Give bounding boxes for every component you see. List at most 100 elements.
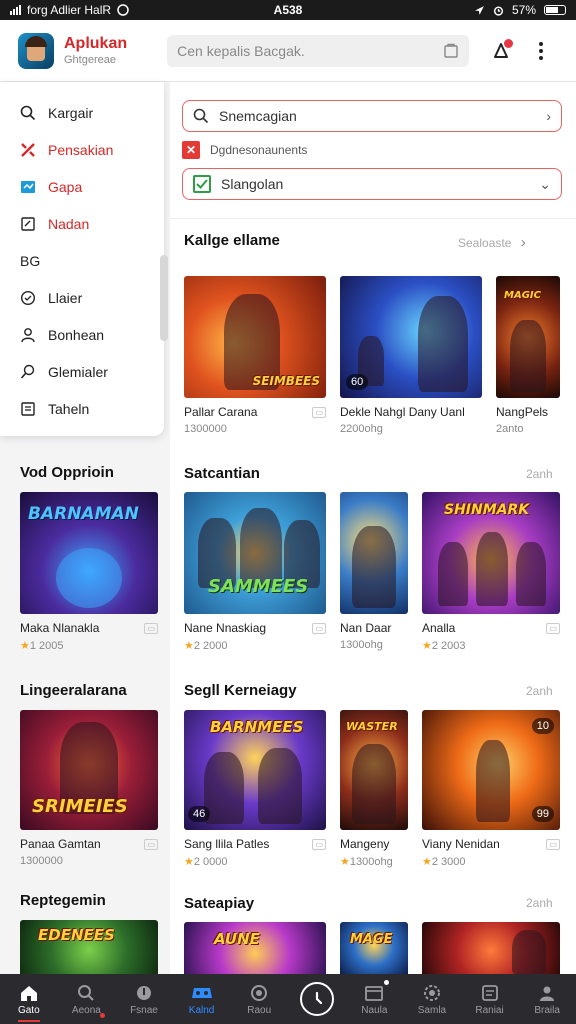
game-thumbnail[interactable]: BARNAMAN: [20, 492, 158, 614]
nav-world[interactable]: Raou: [230, 974, 288, 1024]
nav-settings[interactable]: Samla: [403, 974, 461, 1024]
search-input[interactable]: [177, 42, 444, 59]
side-menu-scrollbar[interactable]: [160, 255, 168, 341]
game-meta: 1300000: [184, 423, 227, 435]
game-thumbnail[interactable]: [340, 492, 408, 614]
see-all-link[interactable]: 2anh: [526, 467, 553, 481]
game-thumbnail[interactable]: MAGIC: [496, 276, 560, 398]
filter-area: Snemcagian › ✕ Dgdnesonaunents Slangolan…: [170, 82, 576, 200]
sidebar-item-nadan[interactable]: Nadan: [0, 205, 164, 242]
search-person-icon: [20, 364, 36, 380]
chevron-down-icon: ⌄: [539, 175, 551, 192]
game-thumbnail[interactable]: EDENEES: [20, 920, 158, 974]
game-thumbnail[interactable]: [422, 922, 560, 974]
game-thumbnail[interactable]: BARNMEES 46: [184, 710, 326, 830]
game-card[interactable]: BARNMEES 46 Sang llila Patles ▭ ★2 0000: [184, 710, 326, 868]
game-title: Nane Nnaskiag ▭: [184, 621, 326, 635]
sidebar-item-taheln[interactable]: Taheln: [0, 390, 164, 427]
app-header: Aplukan Ghtgereae: [0, 20, 576, 82]
game-card[interactable]: SAMMEES Nane Nnaskiag ▭ ★2 2000: [184, 492, 326, 652]
sidebar-item-bg[interactable]: BG: [0, 242, 164, 279]
search-icon: [75, 983, 97, 1003]
game-card[interactable]: Nan Daar 1300ohg: [340, 492, 408, 651]
sidebar-item-label: Llaier: [48, 289, 83, 306]
game-title: Maka Nlanakla ▭: [20, 621, 158, 635]
alarm-icon: [493, 5, 504, 16]
bookmark-icon[interactable]: [443, 43, 459, 59]
game-thumbnail[interactable]: SAMMEES: [184, 492, 326, 614]
game-card[interactable]: SEIMBEES Pallar Carana ▭ 1300000: [184, 276, 326, 435]
checkbox-checked-icon[interactable]: [193, 175, 211, 193]
close-icon[interactable]: ✕: [182, 141, 200, 159]
star-icon: ★: [422, 856, 432, 868]
nav-library[interactable]: Naula: [346, 974, 404, 1024]
nav-home[interactable]: Gato: [0, 974, 58, 1024]
sidebar-item-gapa[interactable]: Gapa: [0, 168, 164, 205]
game-thumbnail[interactable]: 60: [340, 276, 482, 398]
game-thumbnail[interactable]: AUNE: [184, 922, 326, 974]
nav-games[interactable]: Kalnd: [173, 974, 231, 1024]
game-thumbnail[interactable]: MAGE: [340, 922, 408, 974]
thumbnail-art-text: AUNE: [214, 930, 260, 948]
nav-documents[interactable]: Raniai: [461, 974, 519, 1024]
game-meta: 2200ohg: [340, 423, 383, 435]
thumbnail-art-text: MAGIC: [504, 290, 541, 301]
nav-center[interactable]: [288, 974, 346, 1024]
game-card[interactable]: AUNE: [184, 922, 326, 974]
game-card[interactable]: 60 Dekle Nahgl Dany Uanl 2200ohg: [340, 276, 482, 435]
gamepad-icon: [191, 983, 213, 1003]
filter-checkbox-row[interactable]: ✕ Dgdnesonaunents: [182, 132, 562, 168]
thumbnail-art-text: EDENEES: [38, 926, 115, 944]
sidebar-item-label: Taheln: [48, 400, 90, 417]
filter-search-value: Snemcagian: [219, 108, 297, 124]
home-icon: [18, 983, 40, 1003]
game-card[interactable]: MAGE: [340, 922, 408, 974]
sidebar-item-llaier[interactable]: Llaier: [0, 279, 164, 316]
notification-button[interactable]: [489, 38, 514, 63]
nav-search[interactable]: Aeona: [58, 974, 116, 1024]
game-thumbnail[interactable]: WASTER: [340, 710, 408, 830]
filter-search-field[interactable]: Snemcagian ›: [182, 100, 562, 132]
game-meta: ★2 0000: [184, 856, 228, 868]
tag-icon: ▭: [312, 838, 326, 850]
game-card[interactable]: [422, 922, 560, 974]
game-thumbnail[interactable]: SEIMBEES: [184, 276, 326, 398]
sidebar-item-glemialer[interactable]: Glemialer: [0, 353, 164, 390]
globe-icon: [248, 983, 270, 1003]
sidebar-item-pensakian[interactable]: Pensakian: [0, 131, 164, 168]
game-card[interactable]: WASTER Mangeny ★1300ohg: [340, 710, 408, 868]
game-thumbnail[interactable]: 10 99: [422, 710, 560, 830]
nav-downloads[interactable]: Fsnae: [115, 974, 173, 1024]
game-card[interactable]: SHINMARK Analla ▭ ★2 2003: [422, 492, 560, 652]
notification-dot: [100, 1013, 106, 1018]
game-card[interactable]: 10 99 Viany Nenidan ▭ ★2 3000: [422, 710, 560, 868]
download-icon: [133, 983, 155, 1003]
app-logo[interactable]: [18, 32, 54, 69]
section-title: Reptegemin: [20, 892, 106, 909]
search-bar[interactable]: [167, 34, 470, 67]
game-meta: 2anto: [496, 423, 524, 435]
thumbnail-art-text: MAGE: [350, 932, 393, 947]
game-card[interactable]: EDENEES: [20, 920, 158, 974]
section-title: Lingeeralarana: [20, 682, 127, 699]
see-all-link[interactable]: Sealoaste ›: [458, 234, 526, 251]
nav-profile[interactable]: Braila: [518, 974, 576, 1024]
nav-label: Aeona: [71, 1004, 101, 1016]
section-title: Kallge ellame: [184, 232, 280, 249]
sidebar-item-bonhean[interactable]: Bonhean: [0, 316, 164, 353]
game-card[interactable]: SRIMEIES Panaa Gamtan ▭ 1300000: [20, 710, 158, 867]
game-card[interactable]: MAGIC NangPels 2anto: [496, 276, 560, 435]
game-card[interactable]: BARNAMAN Maka Nlanakla ▭ ★1 2005: [20, 492, 158, 652]
filter-checkbox-label: Dgdnesonaunents: [210, 143, 308, 157]
more-options-button[interactable]: [529, 39, 553, 63]
see-all-link[interactable]: 2anh: [526, 684, 553, 698]
thumbnail-art-text: SAMMEES: [208, 576, 309, 597]
game-thumbnail[interactable]: SHINMARK: [422, 492, 560, 614]
sidebar-item-label: BG: [20, 252, 41, 269]
nav-label: Naula: [361, 1004, 388, 1016]
thumbnail-art-text: BARNMEES: [210, 718, 304, 736]
see-all-link[interactable]: 2anh: [526, 896, 553, 910]
sidebar-item-kargair[interactable]: Kargair: [0, 94, 164, 131]
filter-select[interactable]: Slangolan ⌄: [182, 168, 562, 200]
game-thumbnail[interactable]: SRIMEIES: [20, 710, 158, 830]
